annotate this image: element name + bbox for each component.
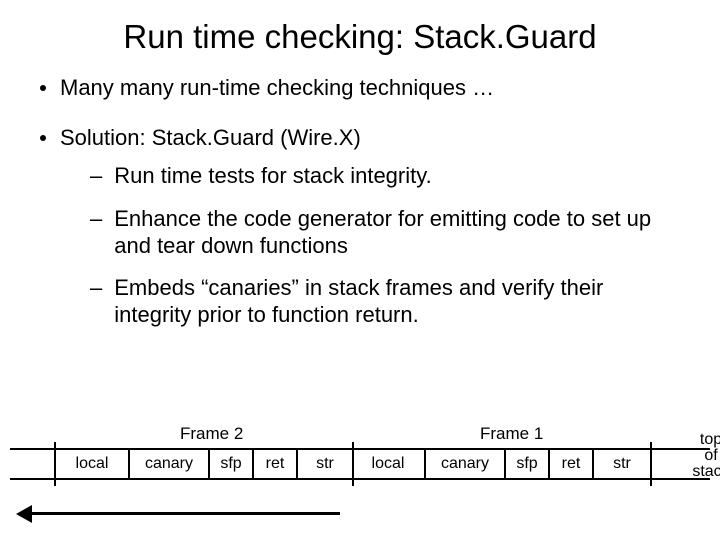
bullet-1-text: Many many run-time checking techniques … xyxy=(60,74,684,102)
frame-1-label: Frame 1 xyxy=(480,424,543,444)
dash-icon: – xyxy=(90,163,102,190)
slide-title: Run time checking: Stack.Guard xyxy=(36,18,684,56)
cell-spacer-left xyxy=(10,450,56,478)
dash-icon: – xyxy=(90,275,102,302)
stack-diagram: Frame 2 Frame 1 local canary sfp ret str… xyxy=(10,424,710,524)
sub-bullet-1: – Run time tests for stack integrity. xyxy=(90,163,684,190)
stack-cells: local canary sfp ret str local canary sf… xyxy=(10,448,710,480)
sub-bullet-3: – Embeds “canaries” in stack frames and … xyxy=(90,275,684,329)
tick-mark xyxy=(650,442,652,486)
top-of-stack-label: top of stack xyxy=(686,432,720,480)
sub-3-text: Embeds “canaries” in stack frames and ve… xyxy=(114,275,674,329)
arrow-left-icon xyxy=(16,505,32,523)
growth-arrow xyxy=(10,504,710,522)
cell-sfp-2: sfp xyxy=(506,450,550,478)
frame-2-label: Frame 2 xyxy=(180,424,243,444)
cell-str-2: str xyxy=(594,450,650,478)
arrow-line-icon xyxy=(28,512,340,515)
cell-local-1: local xyxy=(56,450,130,478)
cell-local-2: local xyxy=(352,450,426,478)
bullet-dot-icon xyxy=(40,135,46,141)
bullet-row-2: Solution: Stack.Guard (Wire.X) xyxy=(36,124,684,152)
cell-ret-1: ret xyxy=(254,450,298,478)
cell-sfp-1: sfp xyxy=(210,450,254,478)
bullet-row-1: Many many run-time checking techniques … xyxy=(36,74,684,102)
sub-1-text: Run time tests for stack integrity. xyxy=(114,163,674,190)
dash-icon: – xyxy=(90,206,102,233)
frame-labels-row: Frame 2 Frame 1 xyxy=(10,424,710,446)
cell-canary-2: canary xyxy=(426,450,506,478)
tick-mark xyxy=(352,442,354,486)
bullet-2-text: Solution: Stack.Guard (Wire.X) xyxy=(60,124,684,152)
bullet-dot-icon xyxy=(40,85,46,91)
sub-bullet-2: – Enhance the code generator for emittin… xyxy=(90,206,684,260)
cell-ret-2: ret xyxy=(550,450,594,478)
cell-str-1: str xyxy=(298,450,352,478)
tick-mark xyxy=(54,442,56,486)
cell-canary-1: canary xyxy=(130,450,210,478)
sub-2-text: Enhance the code generator for emitting … xyxy=(114,206,674,260)
